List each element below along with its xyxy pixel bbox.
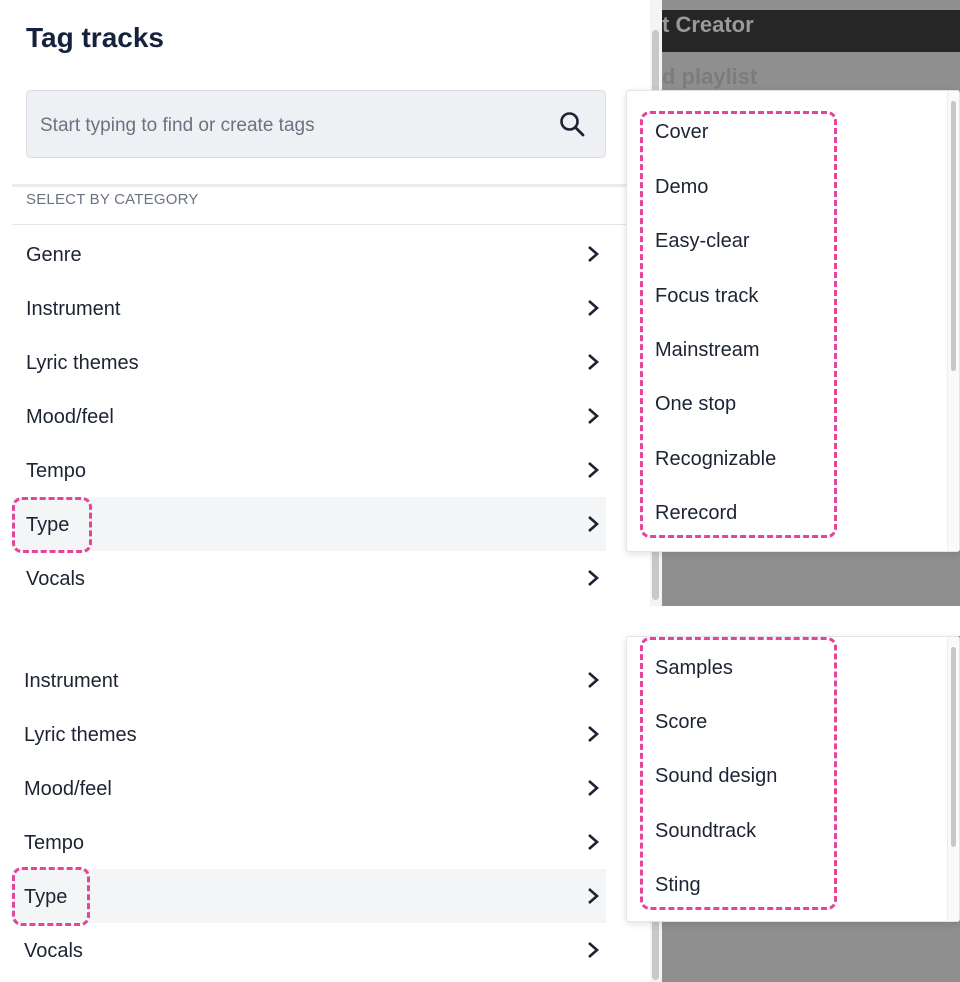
chevron-right-icon [588, 516, 599, 532]
section-divider-thin [12, 224, 650, 225]
category-label: Lyric themes [24, 724, 137, 746]
category-label: Vocals [26, 568, 85, 590]
chevron-right-icon [588, 246, 599, 262]
section-divider [12, 184, 650, 187]
category-row-lyric-themes[interactable]: Lyric themes [12, 707, 606, 761]
category-label: Tempo [24, 832, 85, 854]
category-label: Mood/feel [24, 778, 112, 800]
category-row-lyric-themes[interactable]: Lyric themes [12, 335, 606, 389]
category-label: Lyric themes [26, 352, 139, 374]
category-row-genre[interactable]: Genre [12, 227, 606, 281]
chevron-right-icon [588, 408, 599, 424]
capture-separator [0, 606, 662, 636]
background-subtitle: d playlist [662, 64, 758, 89]
category-label: Instrument [24, 670, 119, 692]
chevron-right-icon [588, 942, 599, 958]
category-row-tempo[interactable]: Tempo [12, 443, 606, 497]
category-label: Vocals [24, 940, 83, 962]
chevron-right-icon [588, 726, 599, 742]
category-row-type[interactable]: Type [12, 869, 606, 923]
dropdown-scrollbar[interactable] [947, 91, 959, 551]
category-row-vocals[interactable]: Vocals [12, 551, 606, 605]
category-label: Genre [26, 244, 82, 266]
category-row-mood-feel[interactable]: Mood/feel [12, 761, 606, 815]
chevron-right-icon [588, 570, 599, 586]
highlight-top-tag-list [640, 111, 837, 538]
search-placeholder: Start typing to find or create tags [40, 115, 315, 136]
category-row-mood-feel[interactable]: Mood/feel [12, 389, 606, 443]
highlight-bottom-tag-list [640, 637, 837, 910]
category-label: Mood/feel [26, 406, 114, 428]
chevron-right-icon [588, 300, 599, 316]
chevron-right-icon [588, 780, 599, 796]
dropdown-scrollbar-thumb[interactable] [951, 101, 956, 371]
chevron-right-icon [588, 354, 599, 370]
category-row-instrument[interactable]: Instrument [12, 653, 606, 707]
chevron-right-icon [588, 834, 599, 850]
category-row-tempo[interactable]: Tempo [12, 815, 606, 869]
search-icon[interactable] [559, 111, 585, 137]
background-title: t Creator [662, 12, 754, 37]
category-label: Tempo [26, 460, 87, 482]
chevron-right-icon [588, 672, 599, 688]
dropdown-scrollbar[interactable] [947, 637, 959, 921]
dropdown-scrollbar-thumb[interactable] [951, 647, 956, 847]
search-input[interactable]: Start typing to find or create tags [26, 90, 606, 158]
highlight-type-category [12, 497, 92, 553]
panel-title: Tag tracks [26, 22, 164, 53]
tag-tracks-panel: Tag tracks Start typing to find or creat… [0, 0, 650, 982]
section-label: SELECT BY CATEGORY [26, 191, 199, 208]
category-row-instrument[interactable]: Instrument [12, 281, 606, 335]
chevron-right-icon [588, 462, 599, 478]
highlight-type-category [12, 867, 90, 926]
category-row-type[interactable]: Type [12, 497, 606, 551]
background-title-bar: t Creator [662, 10, 960, 52]
category-row-vocals[interactable]: Vocals [12, 923, 606, 977]
chevron-right-icon [588, 888, 599, 904]
capture-separator-right [662, 606, 960, 636]
category-label: Instrument [26, 298, 121, 320]
